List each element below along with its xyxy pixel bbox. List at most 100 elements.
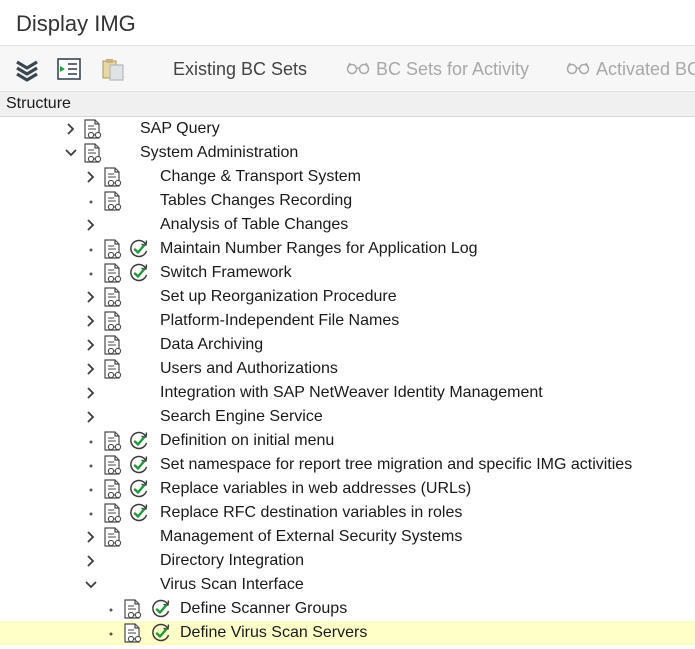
tree-row[interactable]: Replace RFC destination variables in rol… <box>0 501 695 525</box>
execute-activity-icon[interactable] <box>128 430 150 452</box>
tree-row[interactable]: Analysis of Table Changes <box>0 213 695 237</box>
chevron-right-icon[interactable] <box>84 313 98 329</box>
tree-node-label[interactable]: Analysis of Table Changes <box>160 216 348 234</box>
tree-node-label[interactable]: System Administration <box>140 144 298 162</box>
tree-row[interactable]: Data Archiving <box>0 333 695 357</box>
tree-node-label[interactable]: Maintain Number Ranges for Application L… <box>160 240 478 258</box>
tree-row[interactable]: Tables Changes Recording <box>0 189 695 213</box>
existing-bc-sets-button[interactable]: Existing BC Sets <box>173 58 307 80</box>
documentation-icon[interactable] <box>82 142 104 164</box>
documentation-icon[interactable] <box>102 334 124 356</box>
tree-node-label[interactable]: Users and Authorizations <box>160 360 338 378</box>
tree-node-label[interactable]: SAP Query <box>140 120 220 138</box>
tree-node-label[interactable]: Replace variables in web addresses (URLs… <box>160 480 471 498</box>
documentation-icon[interactable] <box>102 430 124 452</box>
documentation-icon[interactable] <box>102 478 124 500</box>
tree-node-label[interactable]: Define Virus Scan Servers <box>180 624 367 642</box>
chevron-right-icon[interactable] <box>64 121 78 137</box>
paste-clipboard-icon[interactable] <box>100 56 126 82</box>
tree-row[interactable]: Change & Transport System <box>0 165 695 189</box>
documentation-icon[interactable] <box>82 118 104 140</box>
bc-sets-for-activity-button[interactable]: BC Sets for Activity <box>346 58 529 80</box>
leaf-dot-icon <box>84 433 98 449</box>
existing-bc-sets-label: Existing BC Sets <box>173 58 308 79</box>
execute-activity-icon[interactable] <box>128 478 150 500</box>
chevron-right-icon[interactable] <box>84 217 98 233</box>
tree-node-label[interactable]: Directory Integration <box>160 552 304 570</box>
tree-node-label[interactable]: Set up Reorganization Procedure <box>160 288 397 306</box>
leaf-dot-icon <box>84 505 98 521</box>
documentation-icon[interactable] <box>102 286 124 308</box>
activated-bc-sets-label: Activated BC <box>596 58 695 79</box>
documentation-icon[interactable] <box>102 526 124 548</box>
tree-node-label[interactable]: Platform-Independent File Names <box>160 312 399 330</box>
execute-activity-icon[interactable] <box>128 454 150 476</box>
tree-row[interactable]: Maintain Number Ranges for Application L… <box>0 237 695 261</box>
chevron-right-icon[interactable] <box>84 289 98 305</box>
tree-row[interactable]: Integration with SAP NetWeaver Identity … <box>0 381 695 405</box>
leaf-dot-icon <box>84 481 98 497</box>
tree-row[interactable]: Directory Integration <box>0 549 695 573</box>
tree-node-label[interactable]: Definition on initial menu <box>160 432 334 450</box>
tree-node-label[interactable]: Management of External Security Systems <box>160 528 462 546</box>
tree-row[interactable]: Definition on initial menu <box>0 429 695 453</box>
tree-row[interactable]: SAP Query <box>0 117 695 141</box>
chevron-right-icon[interactable] <box>84 337 98 353</box>
page-title: Display IMG <box>16 11 136 36</box>
tree-row[interactable]: System Administration <box>0 141 695 165</box>
tree-node-label[interactable]: Set namespace for report tree migration … <box>160 456 632 474</box>
tree-row[interactable]: Platform-Independent File Names <box>0 309 695 333</box>
tree-row[interactable]: Virus Scan Interface <box>0 573 695 597</box>
documentation-icon[interactable] <box>102 358 124 380</box>
chevron-down-icon[interactable] <box>84 577 98 593</box>
chevron-down-icon[interactable] <box>64 145 78 161</box>
documentation-icon[interactable] <box>102 166 124 188</box>
tree-node-label[interactable]: Virus Scan Interface <box>160 576 304 594</box>
tree-node-label[interactable]: Replace RFC destination variables in rol… <box>160 504 462 522</box>
tree-row[interactable]: Switch Framework <box>0 261 695 285</box>
documentation-icon[interactable] <box>102 310 124 332</box>
expand-subtree-icon[interactable] <box>56 56 82 82</box>
execute-activity-icon[interactable] <box>150 598 172 620</box>
documentation-icon[interactable] <box>102 502 124 524</box>
execute-activity-icon[interactable] <box>150 622 172 644</box>
tree-row[interactable]: Management of External Security Systems <box>0 525 695 549</box>
tree-node-label[interactable]: Tables Changes Recording <box>160 192 352 210</box>
tree-node-label[interactable]: Change & Transport System <box>160 168 361 186</box>
tree-row[interactable]: Users and Authorizations <box>0 357 695 381</box>
documentation-icon[interactable] <box>102 262 124 284</box>
tree-node-label[interactable]: Switch Framework <box>160 264 292 282</box>
chevron-right-icon[interactable] <box>84 553 98 569</box>
chevron-right-icon[interactable] <box>84 169 98 185</box>
documentation-icon[interactable] <box>102 238 124 260</box>
leaf-dot-icon <box>84 241 98 257</box>
tree-row[interactable]: Define Scanner Groups <box>0 597 695 621</box>
tree-row[interactable]: Set namespace for report tree migration … <box>0 453 695 477</box>
documentation-icon[interactable] <box>102 190 124 212</box>
tree-node-label[interactable]: Data Archiving <box>160 336 263 354</box>
tree-node-label[interactable]: Define Scanner Groups <box>180 600 347 618</box>
title-bar: Display IMG <box>0 0 695 46</box>
chevron-right-icon[interactable] <box>84 409 98 425</box>
execute-activity-icon[interactable] <box>128 262 150 284</box>
execute-activity-icon[interactable] <box>128 238 150 260</box>
tree-row[interactable]: Replace variables in web addresses (URLs… <box>0 477 695 501</box>
leaf-dot-icon <box>84 457 98 473</box>
tree-row-selected[interactable]: Define Virus Scan Servers <box>0 621 695 645</box>
structure-header-label: Structure <box>6 95 71 112</box>
img-tree: SAP Query System Administration Change & T… <box>0 117 695 645</box>
tree-node-label[interactable]: Search Engine Service <box>160 408 323 426</box>
tree-row[interactable]: Set up Reorganization Procedure <box>0 285 695 309</box>
tree-node-label[interactable]: Integration with SAP NetWeaver Identity … <box>160 384 543 402</box>
chevron-right-icon[interactable] <box>84 361 98 377</box>
documentation-icon[interactable] <box>122 622 144 644</box>
chevron-right-icon[interactable] <box>84 529 98 545</box>
execute-activity-icon[interactable] <box>128 502 150 524</box>
documentation-icon[interactable] <box>102 454 124 476</box>
tree-row[interactable]: Search Engine Service <box>0 405 695 429</box>
leaf-dot-icon <box>84 193 98 209</box>
collapse-all-icon[interactable] <box>14 56 40 82</box>
documentation-icon[interactable] <box>122 598 144 620</box>
chevron-right-icon[interactable] <box>84 385 98 401</box>
activated-bc-sets-button[interactable]: Activated BC <box>566 58 695 80</box>
